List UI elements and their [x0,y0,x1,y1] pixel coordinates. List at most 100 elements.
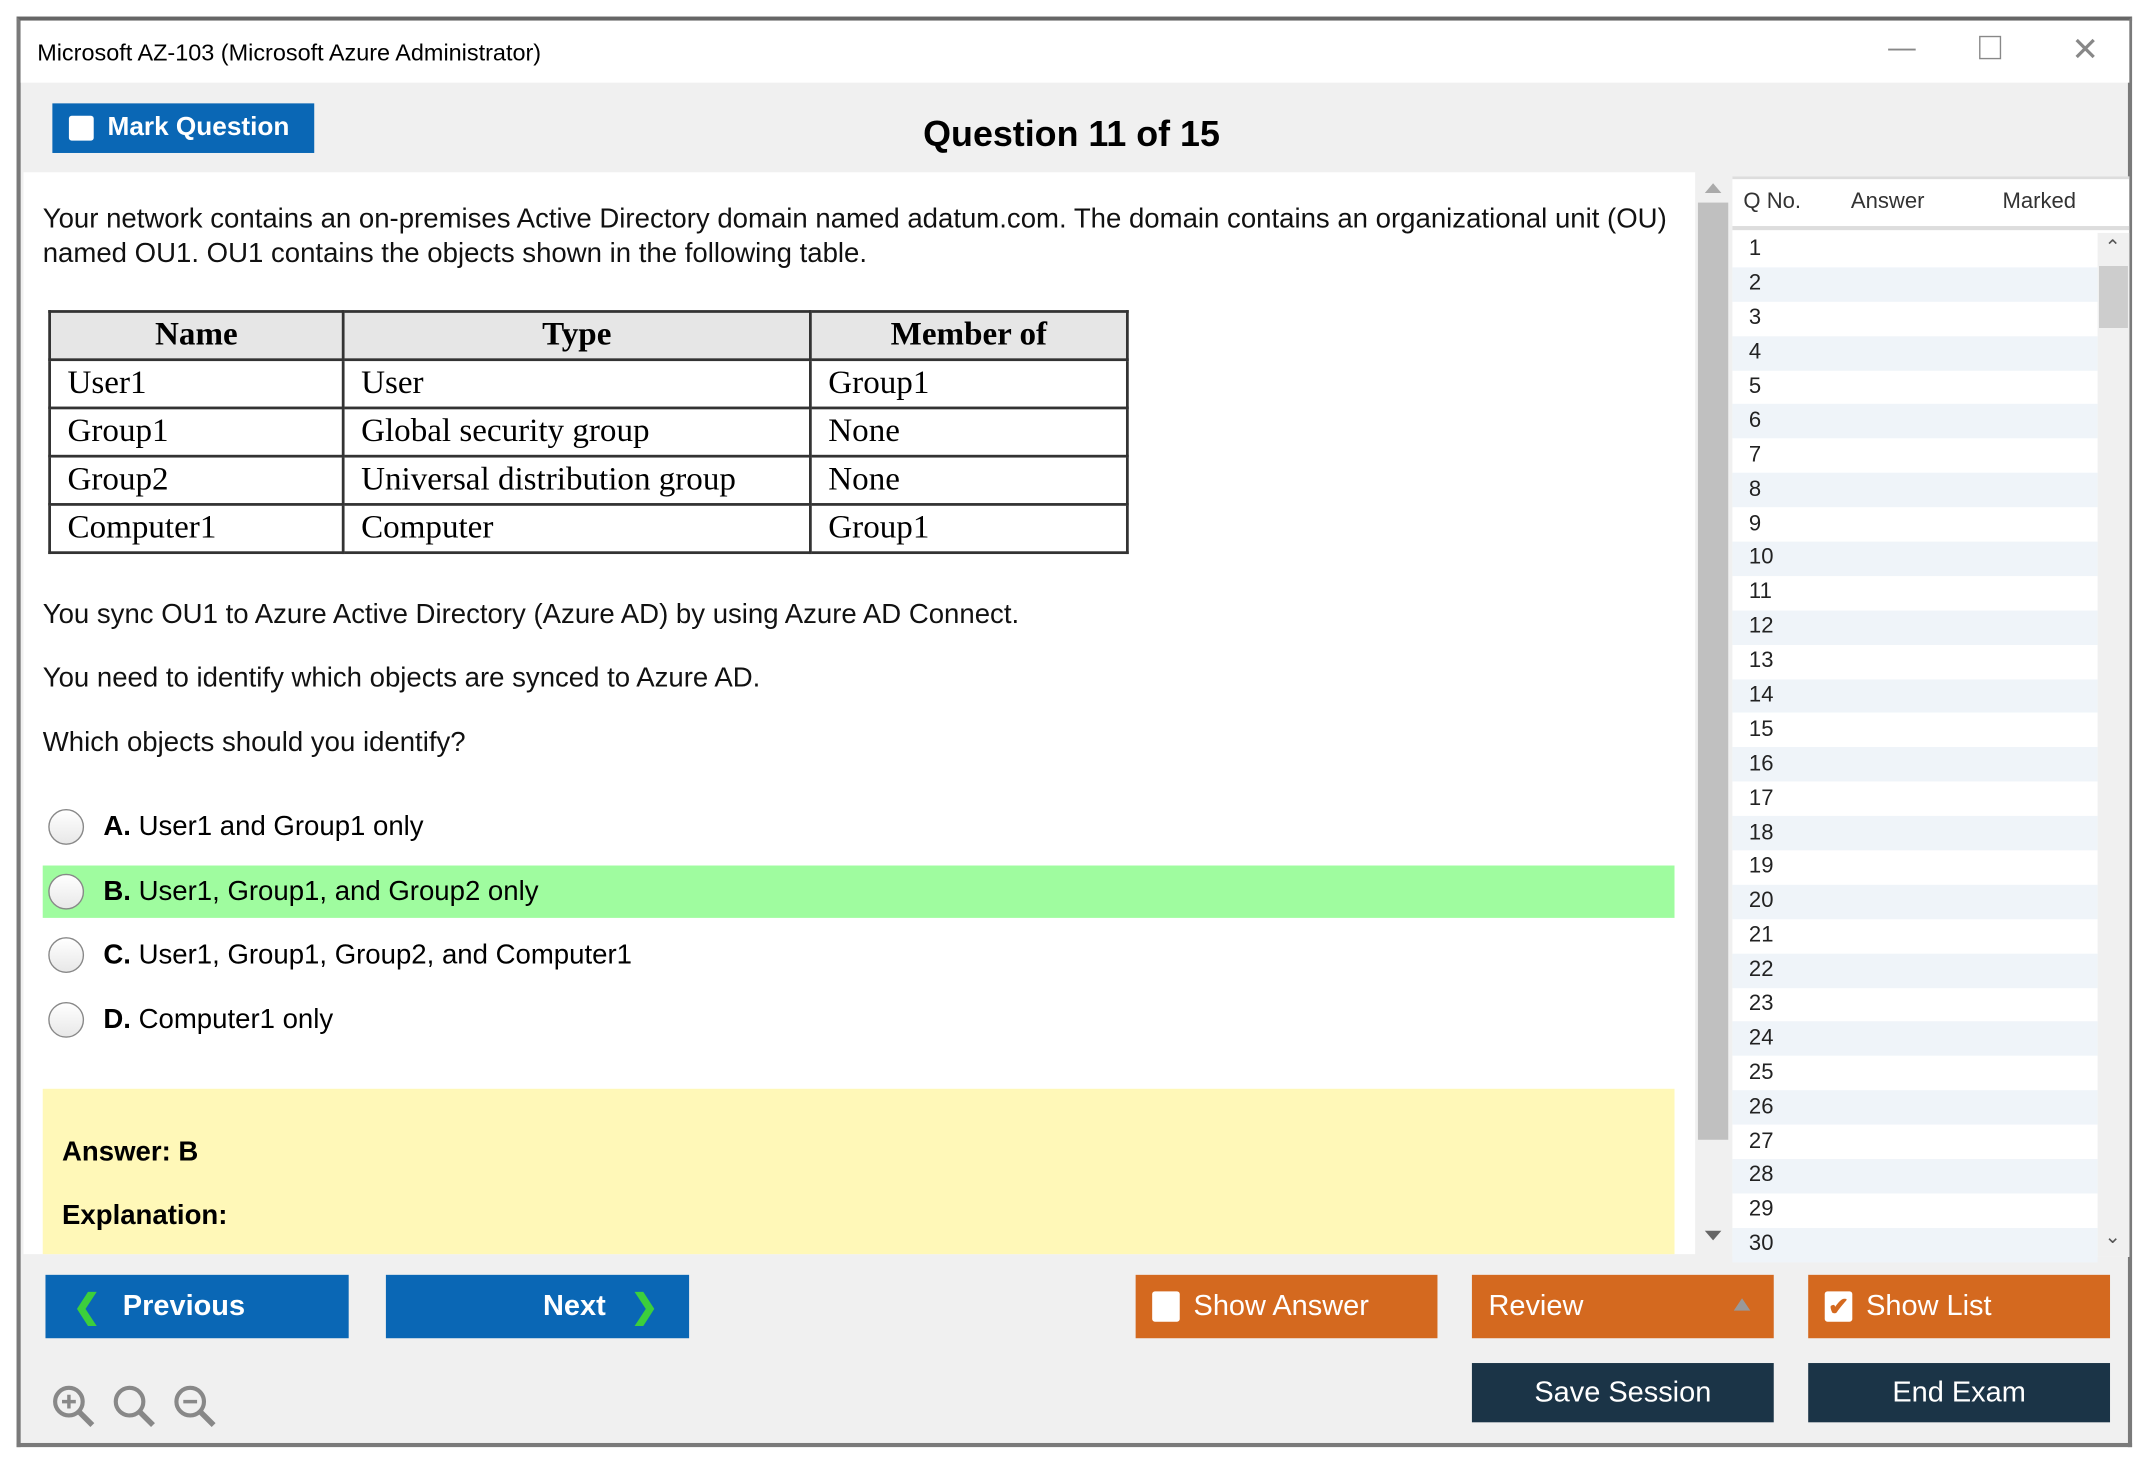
next-label: Next [543,1289,606,1322]
previous-button[interactable]: ❮ Previous [45,1274,349,1339]
next-button[interactable]: Next ❯ [385,1274,690,1339]
radio-button[interactable] [48,1001,85,1038]
table-cell: Group2 [48,454,345,506]
question-text: You sync OU1 to Azure Active Directory (… [42,599,1020,630]
list-item[interactable]: 28 [1732,1159,2098,1194]
answer-option-d[interactable]: D. Computer1 only [43,994,1675,1046]
table-cell: None [809,406,1129,458]
list-item[interactable]: 24 [1732,1021,2098,1057]
radio-button[interactable] [48,809,85,845]
checkbox-checked-icon[interactable]: ✔ [1824,1291,1853,1322]
scroll-thumb[interactable] [1697,202,1729,1140]
list-item[interactable]: 27 [1732,1125,2097,1159]
question-title: Question 11 of 15 [923,113,1220,155]
list-item[interactable]: 21 [1732,919,2097,953]
review-button[interactable]: Review [1471,1274,1774,1339]
close-button[interactable]: ✕ [2071,30,2099,70]
answer-option-b[interactable]: B. User1, Group1, and Group2 only [42,865,1675,918]
chevron-up-icon[interactable]: ⌃ [2105,236,2121,259]
list-item[interactable]: 26 [1732,1090,2098,1125]
list-item[interactable]: 8 [1732,473,2098,508]
end-exam-label: End Exam [1892,1376,2026,1408]
show-list-button[interactable]: ✔ Show List [1808,1274,2111,1339]
table-cell: User1 [48,358,345,410]
scroll-down-icon[interactable] [1704,1230,1722,1241]
list-item[interactable]: 9 [1732,507,2097,541]
list-item[interactable]: 10 [1732,541,2098,576]
end-exam-button[interactable]: End Exam [1808,1363,2111,1423]
radio-button[interactable] [48,873,85,910]
list-item[interactable]: 4 [1732,335,2098,371]
list-item[interactable]: 20 [1732,884,2098,920]
window-title: Microsoft AZ-103 (Microsoft Azure Admini… [37,39,542,67]
list-item[interactable]: 23 [1732,988,2097,1022]
list-item[interactable]: 11 [1732,576,2097,610]
option-text: User1, Group1, and Group2 only [138,875,539,907]
scroll-up-icon[interactable] [1704,183,1722,193]
list-scrollbar[interactable]: ⌃ ⌄ [2097,232,2130,1257]
list-item[interactable]: 29 [1732,1193,2097,1227]
list-item[interactable]: 14 [1732,678,2098,714]
table-cell: Universal distribution group [341,454,812,506]
list-item[interactable]: 19 [1732,850,2097,884]
table-header: Member of [809,310,1129,362]
table-cell: Group1 [809,358,1129,410]
show-answer-button[interactable]: Show Answer [1135,1274,1438,1339]
list-item[interactable]: 12 [1732,610,2098,645]
option-text: User1 and Group1 only [138,811,424,842]
table-header: Name [48,310,345,362]
table-cell: Global security group [341,406,812,458]
previous-label: Previous [122,1289,246,1322]
checkbox-icon[interactable] [1152,1291,1180,1322]
table-cell: Group1 [809,503,1129,555]
chevron-down-icon[interactable]: ⌄ [2105,1225,2121,1248]
list-item[interactable]: 7 [1732,439,2097,473]
list-item[interactable]: 16 [1732,747,2098,782]
option-letter: B. [103,875,131,907]
list-header-qno: Q No. [1743,190,1802,214]
table-row: User1 User Group1 [48,358,1129,410]
list-scroll-thumb[interactable] [2098,265,2128,329]
list-item[interactable]: 17 [1732,782,2097,816]
minimize-button[interactable]: — [1888,33,1916,65]
question-scrollbar[interactable] [1697,172,1730,1255]
table-cell: User [341,358,812,410]
table-row: Group1 Global security group None [48,406,1129,458]
table-row: Computer1 Computer Group1 [48,503,1129,555]
list-item[interactable]: 1 [1732,233,2097,267]
list-item[interactable]: 18 [1732,816,2098,851]
table-cell: Computer1 [48,503,345,555]
save-session-label: Save Session [1534,1376,1712,1408]
answer-option-a[interactable]: A. User1 and Group1 only [43,801,1675,853]
option-letter: A. [103,811,131,842]
zoom-out-icon[interactable] [171,1382,218,1429]
list-header: Q No. Answer Marked [1732,179,2130,231]
show-list-label: Show List [1866,1289,1992,1322]
review-label: Review [1488,1289,1584,1322]
option-letter: D. [103,1004,131,1035]
radio-button[interactable] [48,937,85,974]
list-item[interactable]: 15 [1732,713,2097,747]
list-item[interactable]: 5 [1732,370,2097,404]
list-item[interactable]: 22 [1732,953,2098,988]
list-item[interactable]: 30 [1732,1227,2098,1263]
list-item[interactable]: 13 [1732,645,2097,679]
list-item[interactable]: 6 [1732,404,2098,439]
table-cell: None [809,454,1129,506]
table-header: Type [341,310,812,362]
question-intro: Your network contains an on-premises Act… [42,203,1667,269]
zoom-reset-icon[interactable] [110,1382,157,1429]
list-item[interactable]: 3 [1732,302,2097,336]
question-list-panel: Q No. Answer Marked 1 2 3 4 5 6 7 8 9 10 11 12 13 14 1… [1732,176,2130,1263]
zoom-in-icon[interactable] [50,1382,97,1429]
list-item[interactable]: 2 [1732,267,2098,302]
answer-option-c[interactable]: C. User1, Group1, Group2, and Computer1 [43,929,1675,981]
explanation-label: Explanation: [62,1200,228,1231]
save-session-button[interactable]: Save Session [1471,1363,1774,1423]
objects-table: Name Type Member of User1 User Group1 Group… [48,310,1129,555]
maximize-button[interactable] [1979,35,2002,60]
table-cell: Computer [341,503,812,555]
list-item[interactable]: 25 [1732,1056,2097,1090]
list-header-marked: Marked [2002,190,2077,214]
option-text: User1, Group1, Group2, and Computer1 [138,939,632,970]
